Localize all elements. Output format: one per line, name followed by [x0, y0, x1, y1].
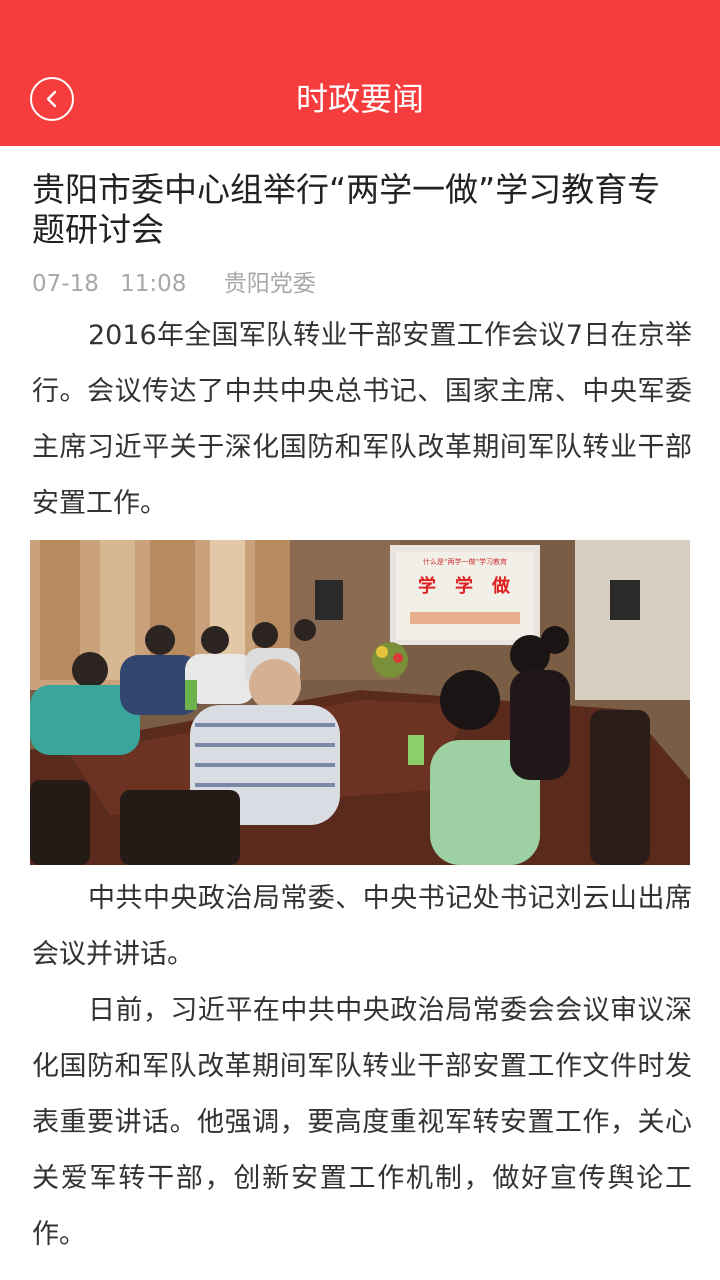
- top-bar: 时政要闻: [0, 0, 720, 146]
- screen-heading: 什么是“两学一做”学习教育: [423, 557, 507, 566]
- article: 贵阳市委中心组举行“两学一做”学习教育专题研讨会 07-18 11:08 贵阳党…: [30, 170, 692, 1263]
- meeting-photo-illustration: 什么是“两学一做”学习教育 学 学 做: [30, 540, 690, 865]
- article-paragraph: 2016年全国军队转业干部安置工作会议7日在京举行。会议传达了中共中央总书记、国…: [32, 320, 692, 519]
- article-meta: 07-18 11:08 贵阳党委: [32, 270, 692, 298]
- article-title: 贵阳市委中心组举行“两学一做”学习教育专题研讨会: [32, 170, 661, 249]
- article-photo: 什么是“两学一做”学习教育 学 学 做: [30, 540, 690, 865]
- article-date: 07-18: [32, 271, 99, 297]
- screen-word-1: 学: [418, 575, 436, 597]
- article-paragraph: 日前，习近平在中共中央政治局常委会会议审议深化国防和军队改革期间军队转业干部安置…: [32, 995, 692, 1250]
- article-paragraph: 中共中央政治局常委、中央书记处书记刘云山出席会议并讲话。: [32, 883, 692, 970]
- article-time: 11:08: [120, 271, 187, 297]
- screen-word-3: 做: [491, 575, 511, 597]
- screen-word-2: 学: [455, 575, 473, 597]
- page-title: 时政要闻: [295, 80, 424, 118]
- article-source: 贵阳党委: [223, 271, 316, 297]
